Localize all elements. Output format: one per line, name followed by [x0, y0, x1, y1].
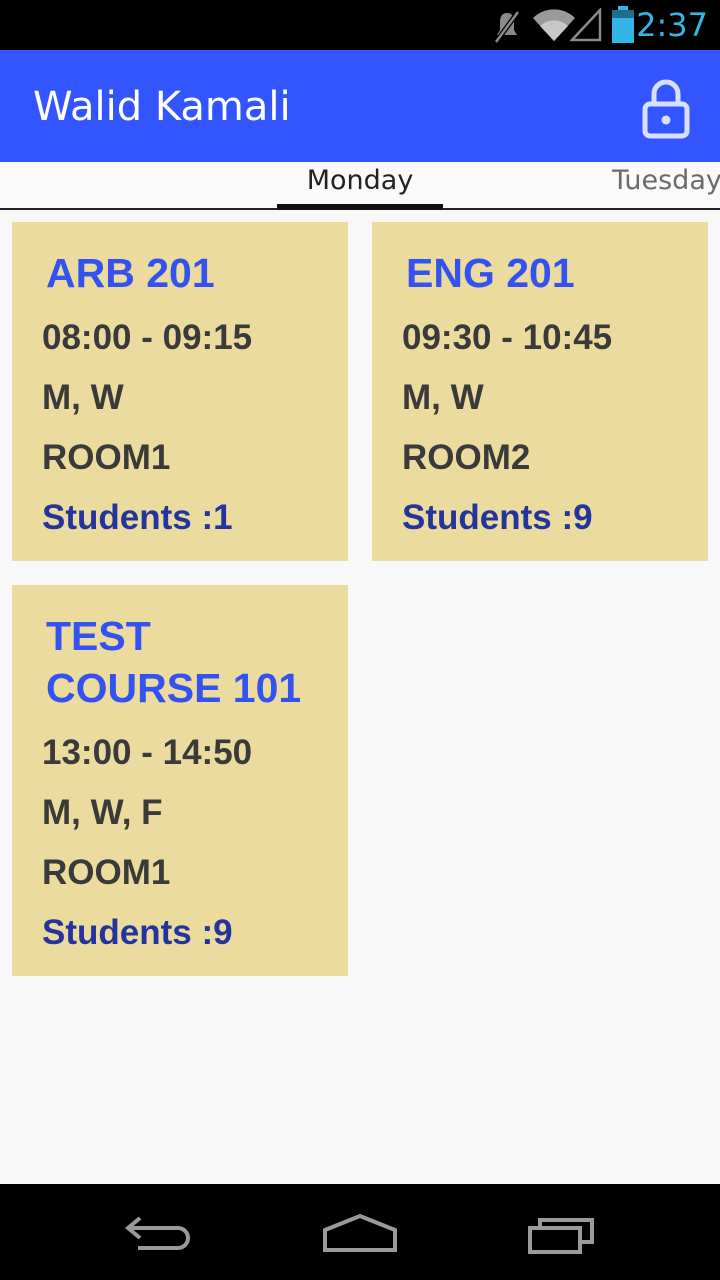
tab-label: Tuesday [612, 165, 720, 196]
status-time: 2:37 [636, 6, 708, 44]
course-days: M, W [402, 378, 484, 417]
course-time: 09:30 - 10:45 [402, 318, 613, 357]
recents-icon [528, 1218, 594, 1254]
tab-monday[interactable]: Monday [277, 162, 443, 210]
course-title: ARB 201 [46, 250, 215, 296]
tab-label: Monday [306, 165, 414, 196]
back-icon [124, 1216, 190, 1250]
course-days: M, W [42, 378, 124, 417]
app-title: Walid Kamali [33, 84, 291, 130]
course-card[interactable]: ENG 201 09:30 - 10:45 M, W ROOM2 Student… [372, 222, 708, 561]
tab-tuesday[interactable]: Tuesday [612, 162, 720, 208]
course-title: ENG 201 [406, 250, 575, 296]
course-title: TEST COURSE 101 [46, 613, 302, 711]
mute-icon [494, 10, 520, 44]
back-button[interactable] [110, 1208, 210, 1258]
course-card[interactable]: ARB 201 08:00 - 09:15 M, W ROOM1 Student… [12, 222, 348, 561]
home-button[interactable] [310, 1208, 410, 1258]
battery-icon [612, 6, 634, 43]
course-time: 13:00 - 14:50 [42, 733, 253, 772]
course-students: Students :9 [402, 498, 593, 537]
recents-button[interactable] [512, 1208, 612, 1258]
lock-icon [642, 79, 690, 139]
course-days: M, W, F [42, 793, 163, 832]
course-room: ROOM1 [42, 438, 171, 477]
app-bar: Walid Kamali [0, 50, 720, 162]
course-students: Students :1 [42, 498, 233, 537]
home-icon [323, 1213, 397, 1252]
tab-selected-indicator [277, 204, 443, 210]
course-card[interactable]: TEST COURSE 101 13:00 - 14:50 M, W, F RO… [12, 585, 348, 976]
lock-button[interactable] [632, 74, 700, 142]
signal-icon [570, 8, 602, 42]
course-room: ROOM2 [402, 438, 531, 477]
course-time: 08:00 - 09:15 [42, 318, 253, 357]
system-nav-bar [0, 1184, 720, 1280]
status-bar: 2:37 [0, 0, 720, 50]
day-tab-strip: Monday Tuesday [0, 162, 720, 210]
course-students: Students :9 [42, 913, 233, 952]
course-room: ROOM1 [42, 853, 171, 892]
